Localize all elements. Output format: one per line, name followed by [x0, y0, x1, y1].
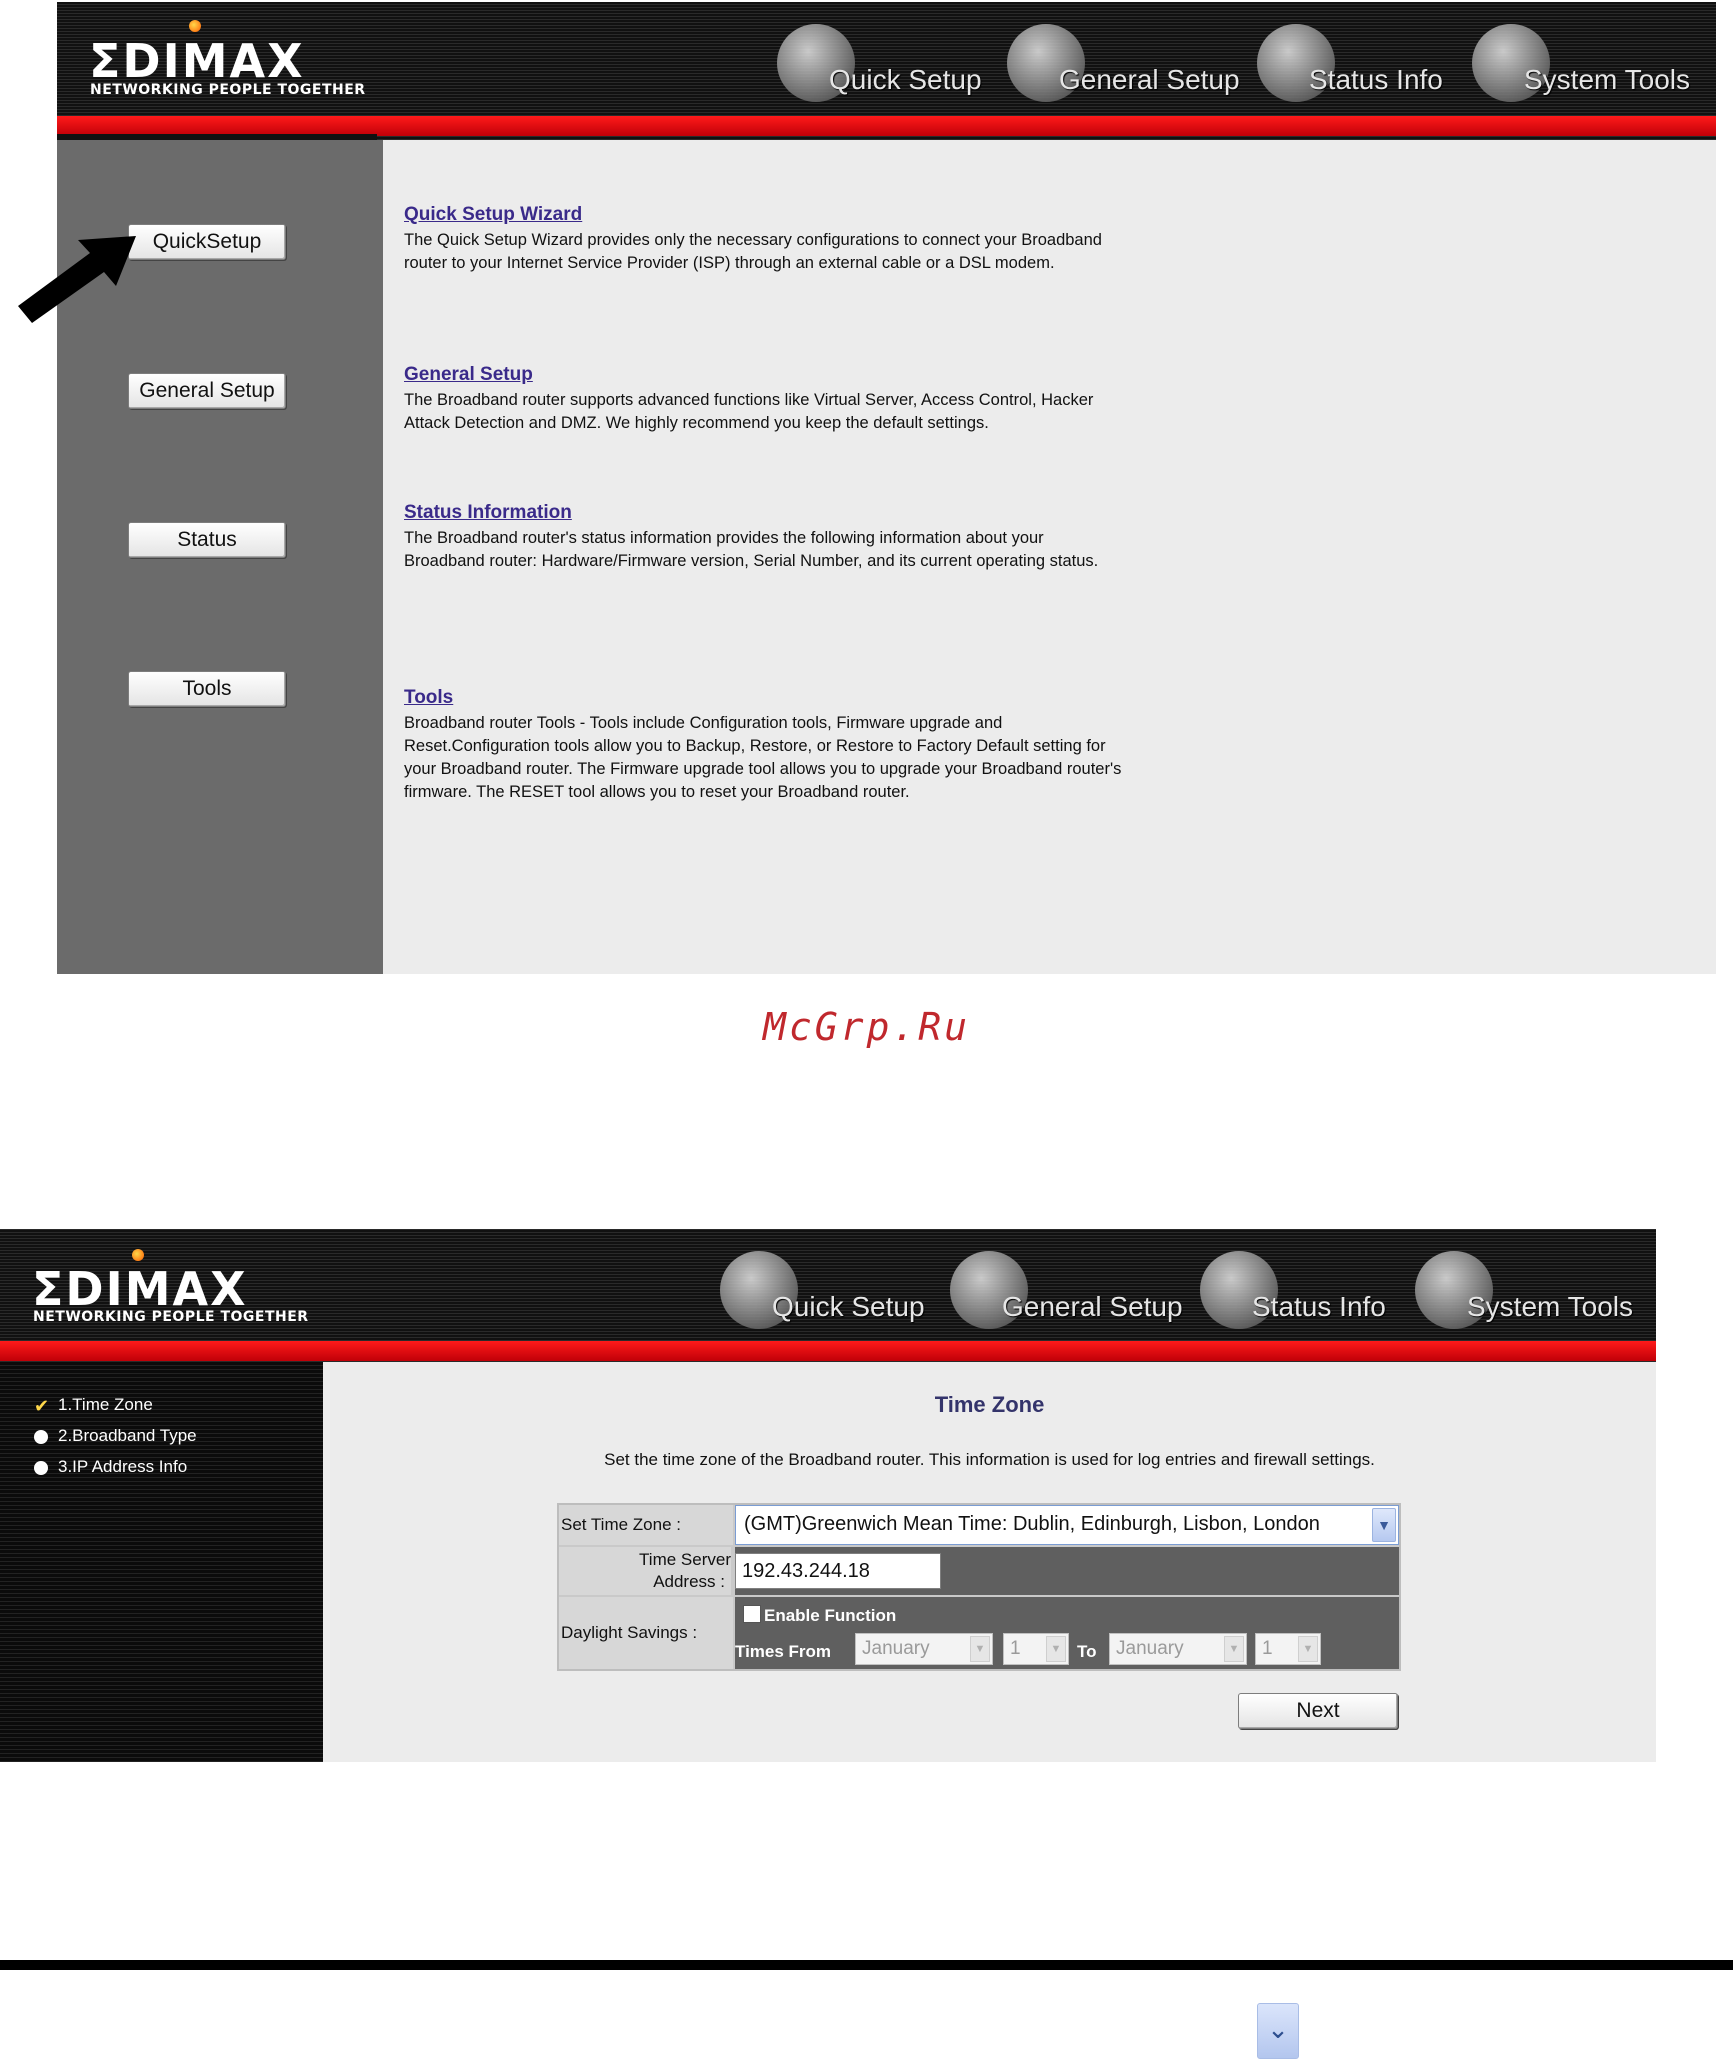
chevron-down-icon: ▼: [970, 1636, 990, 1662]
nav-quick-setup[interactable]: Quick Setup: [720, 1251, 950, 1331]
times-from-label: Times From: [735, 1642, 832, 1661]
radio-bullet-icon: [34, 1429, 48, 1444]
nav-status-info[interactable]: Status Info: [1200, 1251, 1410, 1331]
next-button[interactable]: Next: [1238, 1693, 1398, 1729]
tools-link[interactable]: Tools: [404, 687, 453, 709]
nav-label: Status Info: [1252, 1291, 1386, 1322]
from-day-select[interactable]: 1 ▼: [1003, 1633, 1069, 1665]
page-title: Time Zone: [934, 1392, 1045, 1417]
logo-tagline: NETWORKING PEOPLE TOGETHER: [90, 82, 366, 98]
nav-label: General Setup: [1059, 64, 1240, 95]
general-setup-button[interactable]: General Setup: [128, 373, 286, 409]
time-zone-label: Set Time Zone :: [559, 1505, 733, 1545]
label-line-2: Address :: [653, 1572, 725, 1591]
edimax-logo: ΣDIMAX: [32, 1262, 248, 1316]
chevron-down-icon: ▼: [1046, 1636, 1066, 1662]
nav-label: System Tools: [1524, 64, 1690, 95]
quicksetup-button[interactable]: QuickSetup: [128, 224, 286, 260]
step-label: 2.Broadband Type: [58, 1426, 197, 1445]
quick-setup-wizard-text: The Quick Setup Wizard provides only the…: [404, 231, 1102, 272]
to-month-select[interactable]: January ▼: [1109, 1633, 1247, 1665]
nav-status-info[interactable]: Status Info: [1257, 24, 1467, 104]
label-text: Set Time Zone :: [561, 1515, 681, 1534]
select-value: 1: [1262, 1638, 1273, 1659]
general-setup-text: The Broadband router supports advanced f…: [404, 391, 1094, 432]
step-label: 3.IP Address Info: [58, 1457, 188, 1476]
tools-text: Broadband router Tools - Tools include C…: [404, 714, 1122, 801]
step-time-zone[interactable]: ✔ 1.Time Zone: [34, 1395, 153, 1415]
quick-setup-wizard-link[interactable]: Quick Setup Wizard: [404, 204, 582, 226]
enable-function-checkbox[interactable]: [743, 1605, 761, 1623]
chevron-down-icon[interactable]: ▼: [1372, 1508, 1396, 1542]
to-day-select[interactable]: 1 ▼: [1255, 1633, 1321, 1665]
logo-dot: [132, 1249, 144, 1261]
header-red-bar: [0, 1341, 1656, 1361]
checkmark-icon: ✔: [34, 1395, 50, 1416]
nav-label: Status Info: [1309, 64, 1443, 95]
from-month-select[interactable]: January ▼: [855, 1633, 993, 1665]
wizard-steps-sidebar: [0, 1362, 323, 1762]
pointer-arrow-icon: [18, 236, 136, 323]
edimax-logo: ΣDIMAX: [89, 34, 305, 88]
general-setup-link[interactable]: General Setup: [404, 364, 533, 386]
tools-button[interactable]: Tools: [128, 671, 286, 707]
logo-tagline: NETWORKING PEOPLE TOGETHER: [33, 1309, 309, 1325]
sidebar-top-line: [57, 134, 377, 140]
status-information-text: The Broadband router's status informatio…: [404, 529, 1099, 570]
page-description: Set the time zone of the Broadband route…: [604, 1450, 1375, 1469]
status-button[interactable]: Status: [128, 522, 286, 558]
enable-function-label: Enable Function: [764, 1606, 897, 1625]
select-value: 1: [1010, 1638, 1021, 1659]
select-value: January: [1116, 1638, 1184, 1659]
nav-system-tools[interactable]: System Tools: [1472, 24, 1712, 104]
watermark: McGrp.Ru: [762, 1005, 971, 1049]
header-1: ΣDIMAX NETWORKING PEOPLE TOGETHER Quick …: [57, 2, 1716, 140]
page-divider: [0, 1960, 1733, 1970]
nav-label: System Tools: [1467, 1291, 1633, 1322]
label-text: Daylight Savings :: [561, 1623, 698, 1642]
logo-dot: [189, 20, 201, 32]
to-label: To: [1077, 1642, 1097, 1661]
chevron-down-icon: ▼: [1298, 1636, 1318, 1662]
time-server-input[interactable]: [735, 1553, 941, 1589]
nav-label: Quick Setup: [772, 1291, 925, 1322]
header-2: ΣDIMAX NETWORKING PEOPLE TOGETHER Quick …: [0, 1229, 1656, 1362]
nav-system-tools[interactable]: System Tools: [1415, 1251, 1655, 1331]
status-information-link[interactable]: Status Information: [404, 502, 572, 524]
nav-quick-setup[interactable]: Quick Setup: [777, 24, 1007, 104]
nav-label: General Setup: [1002, 1291, 1183, 1322]
header-red-bar: [57, 116, 1716, 136]
time-zone-select[interactable]: (GMT)Greenwich Mean Time: Dublin, Edinbu…: [735, 1505, 1399, 1545]
nav-general-setup[interactable]: General Setup: [1007, 24, 1257, 104]
chevron-down-icon: ▼: [1224, 1636, 1244, 1662]
step-ip-address-info[interactable]: 3.IP Address Info: [34, 1457, 187, 1477]
daylight-savings-label: Daylight Savings :: [559, 1597, 733, 1669]
step-broadband-type[interactable]: 2.Broadband Type: [34, 1426, 197, 1446]
nav-label: Quick Setup: [829, 64, 982, 95]
time-zone-form: Set Time Zone : (GMT)Greenwich Mean Time…: [557, 1503, 1401, 1671]
select-value: January: [862, 1638, 930, 1659]
select-value: (GMT)Greenwich Mean Time: Dublin, Edinbu…: [744, 1513, 1320, 1535]
radio-bullet-icon: [34, 1460, 48, 1475]
label-line-1: Time Server: [639, 1550, 731, 1569]
nav-general-setup[interactable]: General Setup: [950, 1251, 1200, 1331]
step-label: 1.Time Zone: [58, 1395, 153, 1414]
time-server-label: Time Server Address :: [559, 1547, 731, 1595]
chevron-down-icon: ⌄: [1257, 2003, 1299, 2059]
